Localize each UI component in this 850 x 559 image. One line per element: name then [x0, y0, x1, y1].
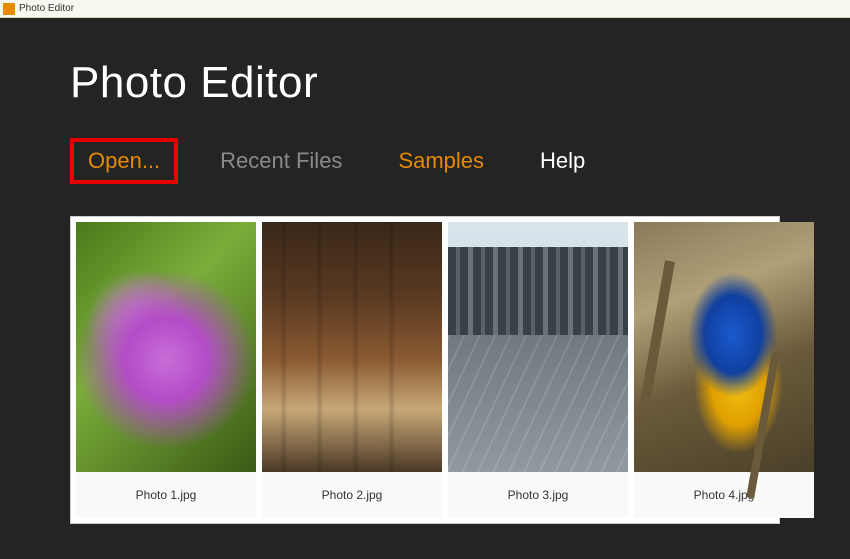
- main-content: Photo Editor Open... Recent Files Sample…: [0, 18, 850, 524]
- app-icon: [3, 3, 15, 15]
- thumbnail-item[interactable]: Photo 2.jpg: [262, 222, 442, 518]
- thumbnail-image: [262, 222, 442, 472]
- thumbnail-image: [448, 222, 628, 472]
- recent-files-button[interactable]: Recent Files: [206, 142, 356, 180]
- thumbnail-caption: Photo 2.jpg: [262, 472, 442, 518]
- help-button[interactable]: Help: [526, 142, 599, 180]
- open-button[interactable]: Open...: [70, 138, 178, 184]
- nav-bar: Open... Recent Files Samples Help: [70, 138, 780, 184]
- page-title: Photo Editor: [70, 58, 780, 108]
- samples-button[interactable]: Samples: [384, 142, 498, 180]
- thumbnail-strip: Photo 1.jpg Photo 2.jpg Photo 3.jpg Phot…: [70, 216, 780, 524]
- thumbnail-caption: Photo 4.jpg: [634, 472, 814, 518]
- window-titlebar: Photo Editor: [0, 0, 850, 18]
- thumbnail-item[interactable]: Photo 1.jpg: [76, 222, 256, 518]
- thumbnail-caption: Photo 3.jpg: [448, 472, 628, 518]
- thumbnail-image: [634, 222, 814, 472]
- thumbnail-image: [76, 222, 256, 472]
- thumbnail-item[interactable]: Photo 4.jpg: [634, 222, 814, 518]
- thumbnail-item[interactable]: Photo 3.jpg: [448, 222, 628, 518]
- window-title: Photo Editor: [19, 3, 74, 14]
- thumbnail-caption: Photo 1.jpg: [76, 472, 256, 518]
